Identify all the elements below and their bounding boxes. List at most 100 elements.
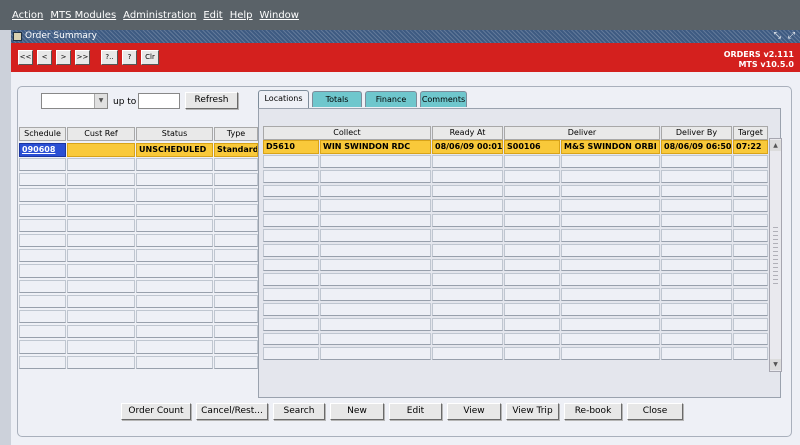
empty-cell[interactable] (19, 249, 66, 263)
type-cell[interactable]: Standard (214, 143, 258, 157)
empty-cell[interactable] (320, 258, 431, 272)
empty-cell[interactable] (136, 249, 213, 263)
empty-cell[interactable] (136, 279, 213, 293)
empty-cell[interactable] (67, 234, 135, 248)
tab-finance[interactable]: Finance (365, 91, 417, 107)
empty-cell[interactable] (432, 347, 503, 361)
menu-administration[interactable]: Administration (123, 10, 196, 21)
new-button[interactable]: New (330, 403, 384, 420)
empty-cell[interactable] (214, 234, 258, 248)
empty-cell[interactable] (19, 188, 66, 202)
empty-cell[interactable] (733, 317, 768, 331)
menu-mts-modules[interactable]: MTS Modules (50, 10, 116, 21)
empty-cell[interactable] (67, 325, 135, 339)
previous-record-button[interactable]: < (37, 50, 52, 65)
table-scrollbar[interactable]: ▲ ▼ (769, 138, 782, 372)
empty-cell[interactable] (504, 214, 560, 227)
empty-cell[interactable] (661, 184, 732, 198)
ready-at-cell[interactable]: 08/06/09 00:01 (432, 140, 503, 154)
empty-cell[interactable] (67, 249, 135, 263)
scroll-down-icon[interactable]: ▼ (770, 359, 781, 370)
empty-cell[interactable] (733, 258, 768, 272)
empty-cell[interactable] (661, 303, 732, 316)
next-record-button[interactable]: > (56, 50, 71, 65)
empty-cell[interactable] (432, 332, 503, 346)
empty-cell[interactable] (561, 184, 660, 198)
empty-cell[interactable] (214, 203, 258, 217)
empty-cell[interactable] (432, 243, 503, 257)
empty-cell[interactable] (19, 203, 66, 217)
empty-cell[interactable] (263, 214, 319, 227)
empty-cell[interactable] (67, 355, 135, 369)
empty-cell[interactable] (19, 158, 66, 172)
empty-cell[interactable] (136, 325, 213, 339)
empty-cell[interactable] (432, 303, 503, 316)
tab-comments[interactable]: Comments (420, 91, 467, 107)
empty-cell[interactable] (263, 332, 319, 346)
empty-cell[interactable] (432, 214, 503, 227)
menu-help[interactable]: Help (230, 10, 253, 21)
first-record-button[interactable]: << (18, 50, 33, 65)
empty-cell[interactable] (504, 243, 560, 257)
empty-cell[interactable] (320, 288, 431, 301)
empty-cell[interactable] (320, 169, 431, 183)
empty-cell[interactable] (733, 229, 768, 242)
empty-cell[interactable] (263, 243, 319, 257)
empty-cell[interactable] (19, 279, 66, 293)
empty-cell[interactable] (432, 155, 503, 168)
empty-cell[interactable] (214, 294, 258, 308)
empty-cell[interactable] (320, 214, 431, 227)
filter-combo[interactable]: ▼ (41, 93, 108, 109)
empty-cell[interactable] (19, 294, 66, 308)
empty-cell[interactable] (432, 169, 503, 183)
empty-cell[interactable] (67, 158, 135, 172)
empty-cell[interactable] (214, 310, 258, 324)
empty-cell[interactable] (136, 355, 213, 369)
search-button[interactable]: Search (273, 403, 325, 420)
empty-cell[interactable] (263, 199, 319, 213)
empty-cell[interactable] (136, 218, 213, 232)
empty-cell[interactable] (320, 229, 431, 242)
empty-cell[interactable] (432, 229, 503, 242)
empty-cell[interactable] (661, 347, 732, 361)
view-button[interactable]: View (447, 403, 501, 420)
empty-cell[interactable] (661, 243, 732, 257)
empty-cell[interactable] (263, 347, 319, 361)
query-list-button[interactable]: ?.. (101, 50, 118, 65)
empty-cell[interactable] (67, 173, 135, 187)
empty-cell[interactable] (320, 273, 431, 287)
empty-cell[interactable] (263, 258, 319, 272)
empty-cell[interactable] (504, 288, 560, 301)
rebook-button[interactable]: Re-book (564, 403, 622, 420)
deliver-name-cell[interactable]: M&S SWINDON ORBI (561, 140, 660, 154)
empty-cell[interactable] (67, 218, 135, 232)
deliver-code-cell[interactable]: S00106 (504, 140, 560, 154)
empty-cell[interactable] (561, 347, 660, 361)
empty-cell[interactable] (320, 243, 431, 257)
empty-cell[interactable] (661, 214, 732, 227)
empty-cell[interactable] (561, 273, 660, 287)
empty-cell[interactable] (320, 347, 431, 361)
empty-cell[interactable] (67, 203, 135, 217)
empty-cell[interactable] (19, 355, 66, 369)
empty-cell[interactable] (136, 203, 213, 217)
empty-cell[interactable] (661, 258, 732, 272)
clear-button[interactable]: Clr (141, 50, 159, 65)
empty-cell[interactable] (320, 303, 431, 316)
refresh-button[interactable]: Refresh (185, 92, 238, 109)
empty-cell[interactable] (136, 340, 213, 354)
empty-cell[interactable] (67, 188, 135, 202)
empty-cell[interactable] (320, 199, 431, 213)
empty-cell[interactable] (263, 169, 319, 183)
last-record-button[interactable]: >> (75, 50, 90, 65)
empty-cell[interactable] (504, 303, 560, 316)
empty-cell[interactable] (733, 199, 768, 213)
empty-cell[interactable] (136, 234, 213, 248)
empty-cell[interactable] (733, 169, 768, 183)
window-controls-icon[interactable]: ⤡ ⤢ (774, 30, 797, 43)
empty-cell[interactable] (136, 294, 213, 308)
empty-cell[interactable] (733, 273, 768, 287)
empty-cell[interactable] (561, 214, 660, 227)
empty-cell[interactable] (432, 184, 503, 198)
empty-cell[interactable] (432, 317, 503, 331)
